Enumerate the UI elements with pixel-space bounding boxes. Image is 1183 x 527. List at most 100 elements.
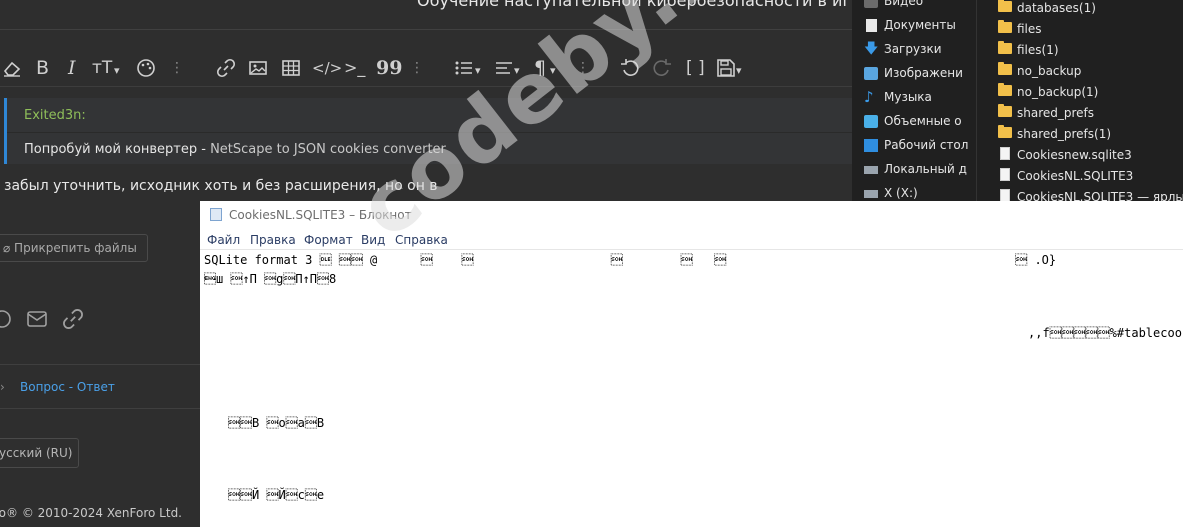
editor-toolbar: B I тТ ▾ ⋮ </> >_ 99 ⋮ ▾ ▾ ¶ ▾ ⋮ [] ▾ <box>0 52 852 86</box>
text-line: Й Йce <box>228 488 325 502</box>
shortcut-file-icon <box>1000 189 1010 201</box>
image-icon[interactable] <box>248 58 268 78</box>
folder-icon <box>998 0 1012 12</box>
drive-icon <box>864 190 878 198</box>
folder-icon <box>998 83 1012 96</box>
bbcode-toggle-button[interactable]: [ ] <box>686 58 705 78</box>
code-block-button[interactable]: >_ <box>344 58 365 78</box>
whatsapp-icon[interactable] <box>0 308 14 334</box>
nav-item-local-disk[interactable]: Локальный д <box>864 162 967 176</box>
paragraph-button[interactable]: ¶ <box>534 58 546 78</box>
list-item[interactable]: files(1) <box>998 41 1059 57</box>
title-divider <box>0 29 852 30</box>
nav-item-videos[interactable]: Видео <box>864 0 923 8</box>
menu-file[interactable]: Файл <box>207 233 240 247</box>
list-item[interactable]: files <box>998 20 1042 36</box>
chevron-down-icon[interactable]: ▾ <box>114 61 120 81</box>
list-item[interactable]: Cookiesnew.sqlite3 <box>1000 147 1132 162</box>
text-line: ш ↑П gП↑П8 <box>204 272 337 286</box>
nav-item-x-drive[interactable]: X (X:) <box>864 186 918 200</box>
link-icon[interactable] <box>62 308 84 334</box>
text-line: B oaB <box>228 416 325 430</box>
chevron-down-icon[interactable]: ▾ <box>475 61 481 81</box>
inline-code-button[interactable]: </> <box>312 58 342 78</box>
quote-text: Попробуй мой конвертер - <box>24 142 211 157</box>
nav-item-desktop[interactable]: Рабочий стол <box>864 138 968 152</box>
desktop-icon <box>864 139 878 152</box>
menu-help[interactable]: Справка <box>395 233 448 247</box>
more-options-icon[interactable]: ⋮ <box>576 58 590 78</box>
more-options-icon[interactable]: ⋮ <box>410 58 424 78</box>
music-icon: ♪ <box>864 88 874 106</box>
list-item[interactable]: shared_prefs <box>998 104 1094 120</box>
menu-edit[interactable]: Правка <box>250 233 296 247</box>
folder-icon <box>998 41 1012 54</box>
pictures-icon <box>864 67 878 80</box>
attach-files-button[interactable]: ⌀ Прикрепить файлы <box>0 234 148 262</box>
eraser-icon[interactable] <box>2 58 22 78</box>
nav-item-music[interactable]: ♪ Музыка <box>864 90 932 105</box>
quote-button[interactable]: 99 <box>376 58 402 78</box>
list-item[interactable]: no_backup(1) <box>998 83 1098 99</box>
chevron-down-icon[interactable]: ▾ <box>550 61 556 81</box>
list-item[interactable]: CookiesNL.SQLITE3 — ярлык <box>1000 189 1183 201</box>
menu-format[interactable]: Формат <box>304 233 353 247</box>
list-item[interactable]: databases(1) <box>998 0 1096 15</box>
chevron-down-icon[interactable]: ▾ <box>514 61 520 81</box>
align-icon[interactable] <box>494 58 514 78</box>
file-icon <box>1000 147 1010 160</box>
notepad-title: CookiesNL.SQLITE3 – Блокнот <box>229 208 412 222</box>
nav-item-pictures[interactable]: Изображени <box>864 66 963 80</box>
list-item[interactable]: shared_prefs(1) <box>998 125 1111 141</box>
quote-divider <box>7 132 855 133</box>
notepad-icon <box>210 208 222 221</box>
more-options-icon[interactable]: ⋮ <box>170 58 184 78</box>
nav-item-3d-objects[interactable]: Объемные о <box>864 114 962 128</box>
menu-view[interactable]: Вид <box>361 233 385 247</box>
chevron-down-icon[interactable]: ▾ <box>736 61 742 81</box>
folder-icon <box>998 104 1012 117</box>
notepad-titlebar[interactable]: CookiesNL.SQLITE3 – Блокнот <box>200 201 1183 229</box>
text-size-button[interactable]: тТ <box>92 58 112 78</box>
notepad-text-area[interactable]: SQLite format 3   @       .O} … <box>200 250 1183 527</box>
redo-icon[interactable] <box>652 58 672 78</box>
page-title: Обучение наступательной кибербезопасност… <box>417 0 862 10</box>
quote-block: Exited3n: Попробуй мой конвертер - NetSc… <box>4 98 855 164</box>
attach-files-label: Прикрепить файлы <box>14 241 137 255</box>
table-icon[interactable] <box>281 58 301 78</box>
italic-button[interactable]: I <box>68 58 76 78</box>
folder-icon <box>998 20 1012 33</box>
breadcrumb-link[interactable]: Вопрос - Ответ <box>20 380 115 394</box>
link-icon[interactable] <box>216 58 236 78</box>
converter-link[interactable]: NetScape to JSON cookies converter <box>210 142 446 157</box>
paperclip-icon: ⌀ <box>3 241 15 255</box>
file-explorer-window: Видео Документы 🡇 Загрузки Изображени ♪ Му… <box>852 0 1183 201</box>
document-icon <box>866 19 877 32</box>
palette-icon[interactable] <box>136 58 156 78</box>
list-icon[interactable] <box>454 58 474 78</box>
file-icon <box>1000 168 1010 181</box>
copyright: ro® © 2010-2024 XenForo Ltd. <box>0 506 182 520</box>
list-item-selected[interactable]: CookiesNL.SQLITE3 <box>991 166 1183 186</box>
save-draft-icon[interactable] <box>716 58 736 78</box>
drive-icon <box>864 166 878 174</box>
folder-icon <box>998 125 1012 138</box>
notepad-window: CookiesNL.SQLITE3 – Блокнот Файл Правка … <box>200 201 1183 527</box>
folder-icon <box>998 62 1012 75</box>
undo-icon[interactable] <box>620 58 640 78</box>
quote-author[interactable]: Exited3n: <box>24 108 86 123</box>
toolbar-divider <box>0 86 852 87</box>
list-item[interactable]: no_backup <box>998 62 1081 78</box>
nav-item-downloads[interactable]: 🡇 Загрузки <box>864 42 942 56</box>
cube-icon <box>864 115 878 128</box>
nav-item-documents[interactable]: Документы <box>866 18 956 32</box>
quote-body: Попробуй мой конвертер - NetScape to JSO… <box>24 142 446 157</box>
language-chooser[interactable]: усский (RU) <box>0 438 80 468</box>
email-icon[interactable] <box>26 308 48 334</box>
navigation-pane: Видео Документы 🡇 Загрузки Изображени ♪ Му… <box>852 0 977 201</box>
bold-button[interactable]: B <box>36 58 49 78</box>
post-text[interactable]: забыл уточнить, исходник хоть и без расш… <box>4 178 438 194</box>
text-line: SQLite format 3   @       .O} <box>204 253 1057 267</box>
download-icon: 🡇 <box>864 41 879 57</box>
file-list: databases(1) files files(1) no_backup no… <box>976 0 1183 201</box>
